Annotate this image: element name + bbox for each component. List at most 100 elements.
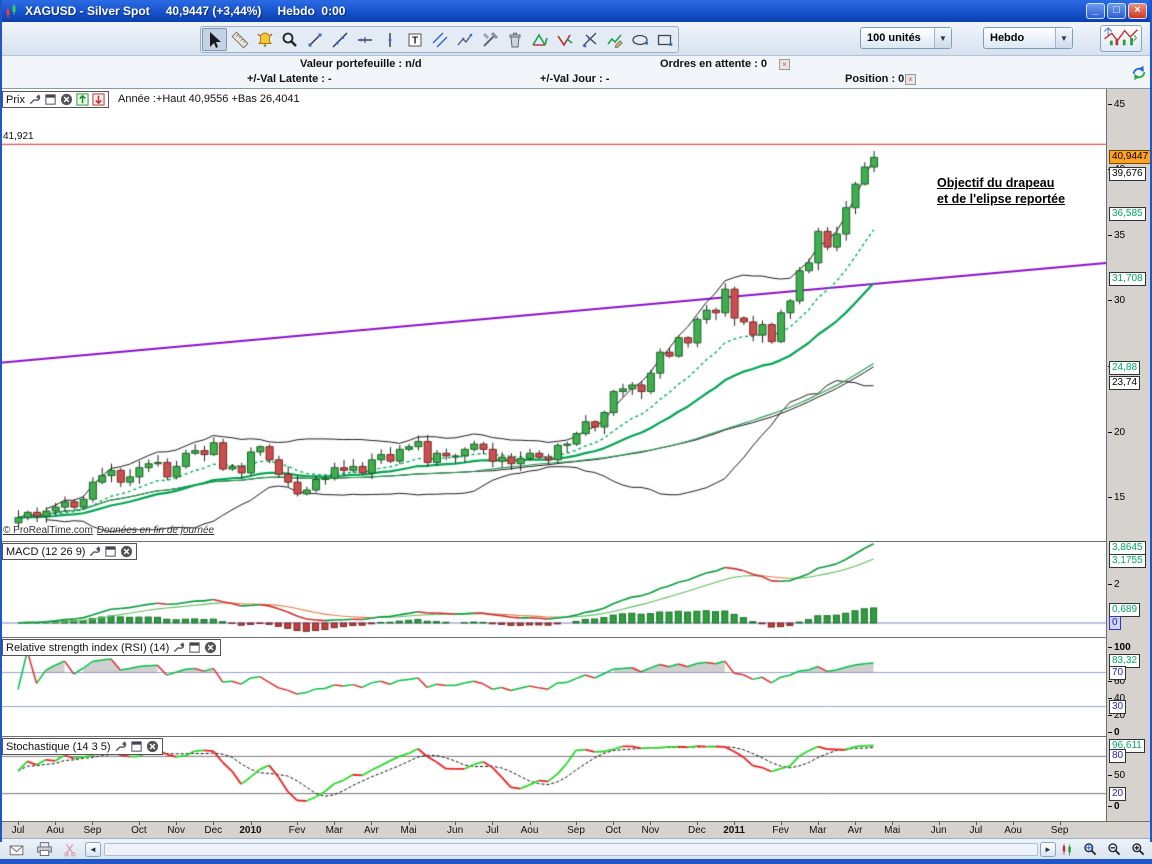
rsi-axis-value-box: 70 <box>1109 666 1126 680</box>
price-chart[interactable] <box>0 89 1106 541</box>
panel-divider[interactable] <box>0 637 1106 638</box>
scroll-left-button[interactable]: ◄ <box>85 842 101 857</box>
restore-button[interactable]: □ <box>1107 3 1126 19</box>
panel-divider[interactable] <box>0 541 1106 542</box>
position-icon[interactable]: × <box>905 74 916 85</box>
price-axis-value-box: 40,9447 <box>1109 150 1151 164</box>
detach-window-icon[interactable] <box>44 93 57 106</box>
month-label: Jul <box>969 825 982 836</box>
price-axis-tick: 45 <box>1108 98 1125 110</box>
toolbar-row: T 100 unités ▼ Hebdo ▼ <box>0 22 1152 56</box>
trash-tool[interactable] <box>502 28 527 51</box>
wrench-icon[interactable] <box>28 93 41 106</box>
ellipse-tool[interactable] <box>627 28 652 51</box>
orders-icon[interactable]: × <box>779 59 790 70</box>
month-label: Avr <box>848 825 863 836</box>
close-panel-icon[interactable] <box>120 545 133 558</box>
zoom-out-icon[interactable] <box>1104 841 1124 858</box>
print-icon[interactable] <box>34 841 54 858</box>
annotation-line-2: et de l'elipse reportée <box>937 191 1065 207</box>
latent-pl: +/-Val Latente : - <box>247 73 332 85</box>
close-panel-icon[interactable] <box>60 93 73 106</box>
vline-tool[interactable] <box>377 28 402 51</box>
line-tool[interactable] <box>327 28 352 51</box>
close-panel-icon[interactable] <box>146 740 159 753</box>
month-label: Oct <box>605 825 621 836</box>
sell-arrow-icon[interactable] <box>92 93 105 106</box>
month-label: Dec <box>688 825 706 836</box>
end-of-day-note: Données en fin de journée <box>97 525 214 536</box>
month-label: Sep <box>83 825 101 836</box>
timeframe-select[interactable]: Hebdo ▼ <box>983 27 1073 49</box>
mail-icon[interactable] <box>6 841 26 858</box>
zoom-in-icon[interactable] <box>1128 841 1148 858</box>
app-window: XAGUSD - Silver Spot40,9447 (+3,44%)Hebd… <box>0 0 1152 864</box>
cursor-tool[interactable] <box>202 28 227 51</box>
tools-tool[interactable] <box>477 28 502 51</box>
ruler-tool[interactable] <box>227 28 252 51</box>
month-label: Jul <box>486 825 499 836</box>
hline-tool[interactable] <box>352 28 377 51</box>
stoch-axis-tick: 0 <box>1108 800 1120 812</box>
pattern-down-tool[interactable] <box>552 28 577 51</box>
wrench-icon[interactable] <box>88 545 101 558</box>
pattern-up-tool[interactable] <box>527 28 552 51</box>
svg-text:T: T <box>411 35 417 46</box>
stoch-chart[interactable] <box>0 736 1106 821</box>
macd-chart[interactable] <box>0 541 1106 637</box>
chart-style-icon[interactable] <box>1058 841 1078 858</box>
titlebar[interactable]: XAGUSD - Silver Spot40,9447 (+3,44%)Hebd… <box>0 0 1152 22</box>
sync-icon[interactable] <box>1130 64 1148 82</box>
parallel-tool[interactable] <box>427 28 452 51</box>
chevron-down-icon[interactable]: ▼ <box>1055 28 1072 48</box>
month-label: Fev <box>289 825 306 836</box>
zoom-tool[interactable] <box>277 28 302 51</box>
segment-tool[interactable] <box>302 28 327 51</box>
month-label: Jun <box>931 825 947 836</box>
macd-axis-value-box: 3,1755 <box>1109 554 1146 568</box>
chart-mode-icon <box>1102 26 1140 48</box>
month-label: Aou <box>46 825 64 836</box>
day-pl: +/-Val Jour : - <box>540 73 609 85</box>
month-label: Sep <box>567 825 585 836</box>
chart-annotation[interactable]: Objectif du drapeau et de l'elipse repor… <box>937 175 1065 207</box>
indicator-edit-tool[interactable] <box>602 28 627 51</box>
time-axis: JulAouSepOctNovDec2010FevMarAvrMaiJunJul… <box>0 821 1152 839</box>
text-tool[interactable]: T <box>402 28 427 51</box>
wrench-icon[interactable] <box>172 641 185 654</box>
price-axis-gutter: 4540353025201540,944739,67636,58531,7082… <box>1106 89 1152 821</box>
position-value: Position : 0 <box>845 73 904 85</box>
rect-tool[interactable] <box>652 28 677 51</box>
minimize-button[interactable]: _ <box>1086 3 1105 19</box>
prorealtime-link[interactable]: © ProRealTime.com <box>3 525 93 536</box>
detach-window-icon[interactable] <box>188 641 201 654</box>
alert-tool[interactable] <box>252 28 277 51</box>
zoom-fit-icon[interactable] <box>1080 841 1100 858</box>
time-scrollbar[interactable] <box>104 843 1038 856</box>
polyline-tool[interactable] <box>452 28 477 51</box>
rsi-axis-value-box: 30 <box>1109 700 1126 714</box>
close-panel-icon[interactable] <box>204 641 217 654</box>
stoch-axis-tick: 50 <box>1108 769 1125 781</box>
detach-window-icon[interactable] <box>130 740 143 753</box>
candlestick-app-icon <box>4 3 20 19</box>
detach-window-icon[interactable] <box>104 545 117 558</box>
month-label: Avr <box>364 825 379 836</box>
year-high-low-stats: Année :+Haut 40,9556 +Bas 26,4041 <box>118 93 300 105</box>
close-button[interactable]: × <box>1128 3 1147 19</box>
scroll-right-button[interactable]: ► <box>1040 842 1056 857</box>
chart-display-settings-button[interactable] <box>1100 25 1142 52</box>
panel-divider[interactable] <box>0 736 1106 737</box>
wrench-icon[interactable] <box>114 740 127 753</box>
price-axis-value-box: 31,708 <box>1109 272 1146 286</box>
month-label: Sep <box>1051 825 1069 836</box>
window-border-bottom <box>0 859 1152 864</box>
scissors-icon[interactable] <box>60 841 80 858</box>
title-session: Hebdo 0:00 <box>277 4 345 18</box>
macd-panel-header: MACD (12 26 9) <box>2 543 137 560</box>
buy-arrow-icon[interactable] <box>76 93 89 106</box>
fork-tool[interactable] <box>577 28 602 51</box>
price-axis-tick: 35 <box>1108 229 1125 241</box>
units-select[interactable]: 100 unités ▼ <box>860 27 952 49</box>
chevron-down-icon[interactable]: ▼ <box>934 28 951 48</box>
